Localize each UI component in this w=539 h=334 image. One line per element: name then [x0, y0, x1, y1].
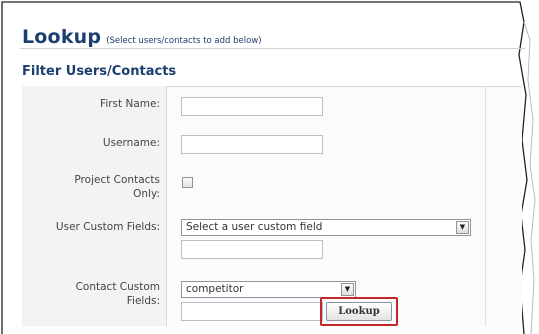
user-custom-field-input[interactable]	[181, 240, 323, 259]
page-subtitle: (Select users/contacts to add below)	[106, 36, 262, 46]
chevron-down-icon[interactable]: ▼	[341, 283, 354, 296]
user-custom-fields-label: User Custom Fields:	[55, 221, 160, 233]
page-header: Lookup (Select users/contacts to add bel…	[22, 26, 262, 48]
user-custom-field-select[interactable]: Select a user custom field ▼	[181, 219, 471, 236]
first-name-input[interactable]	[181, 97, 323, 116]
username-label: Username:	[102, 137, 160, 149]
contact-custom-fields-label-line1: Contact Custom	[75, 281, 160, 293]
column-divider	[485, 86, 486, 326]
username-input[interactable]	[181, 135, 323, 154]
chevron-down-icon[interactable]: ▼	[456, 221, 469, 234]
project-contacts-label: Project Contacts Only:	[22, 173, 160, 201]
contact-custom-fields-label: Contact Custom Fields:	[22, 280, 160, 308]
contact-custom-fields-label-line2: Fields:	[126, 295, 160, 307]
contact-custom-field-input[interactable]	[181, 302, 323, 321]
user-custom-field-selected: Select a user custom field	[186, 221, 323, 233]
contact-custom-field-selected: competitor	[186, 283, 244, 295]
section-title: Filter Users/Contacts	[22, 64, 177, 79]
contact-custom-field-select[interactable]: competitor ▼	[181, 281, 356, 298]
page-title: Lookup	[22, 26, 102, 48]
header-divider	[20, 48, 525, 49]
project-contacts-label-line2: Only:	[133, 188, 160, 200]
first-name-label: First Name:	[100, 98, 160, 110]
lookup-button-highlight: Lookup	[320, 297, 398, 326]
lookup-button[interactable]: Lookup	[326, 302, 392, 321]
project-contacts-checkbox[interactable]	[182, 177, 193, 188]
project-contacts-label-line1: Project Contacts	[74, 174, 160, 186]
